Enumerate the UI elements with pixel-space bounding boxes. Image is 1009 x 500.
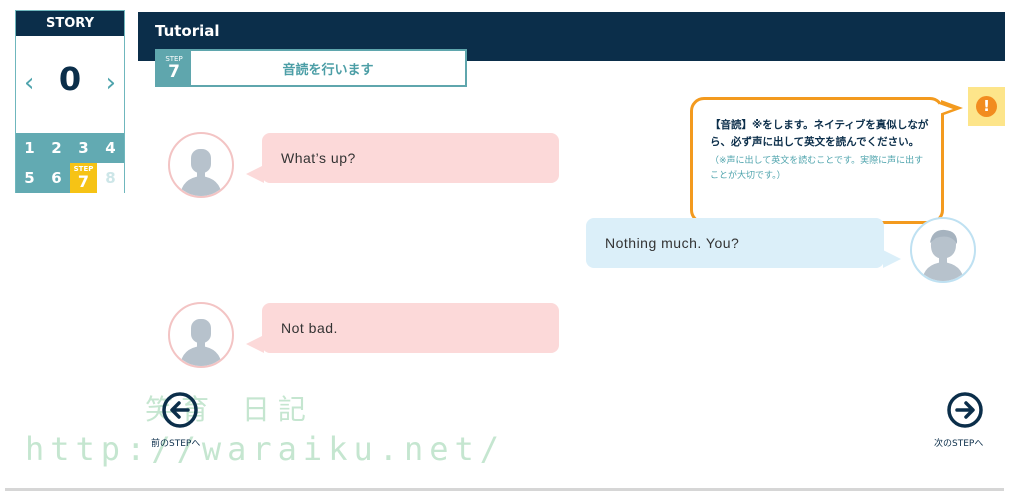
story-navigator: ‹ 0 › — [16, 36, 124, 133]
next-step-button[interactable] — [945, 390, 985, 430]
callout-tail-inner — [939, 104, 953, 114]
watermark-url: http://waraiku.net/ — [25, 430, 506, 468]
tip-button[interactable]: ! — [968, 87, 1005, 126]
avatar-speaker-a — [168, 132, 234, 198]
person-icon — [922, 229, 964, 281]
bottom-divider — [5, 488, 1004, 491]
step-4-button[interactable]: 4 — [97, 133, 124, 163]
tip-callout: 【音読】※をします。ネイティブを真似しながら、必ず声に出して英文を読んでください… — [690, 97, 944, 224]
step-description: 音読を行います — [282, 63, 374, 78]
step-8-button[interactable]: 8 — [97, 163, 124, 193]
person-icon — [180, 319, 222, 366]
step-banner: STEP 7 音読を行います — [155, 49, 467, 87]
avatar-speaker-b — [910, 217, 976, 283]
avatar-speaker-a — [168, 302, 234, 368]
tip-note-text: （※声に出して英文を読むことです。実際に声に出すことが大切です。） — [710, 156, 924, 181]
story-panel: STORY ‹ 0 › 1 2 3 4 5 6 STEP 7 8 — [15, 10, 125, 193]
dialogue-bubble-3[interactable]: Not bad. — [262, 303, 559, 353]
tip-main-text: 【音読】※をします。ネイティブを真似しながら、必ず声に出して英文を読んでください… — [710, 119, 929, 148]
step-badge-number: 7 — [168, 62, 180, 82]
person-icon — [180, 149, 222, 196]
story-title: STORY — [16, 11, 124, 36]
chevron-right-icon[interactable]: › — [106, 70, 116, 96]
step-1-button[interactable]: 1 — [16, 133, 43, 163]
step-grid: 1 2 3 4 5 6 STEP 7 8 — [16, 133, 124, 193]
step-6-button[interactable]: 6 — [43, 163, 70, 193]
step-2-button[interactable]: 2 — [43, 133, 70, 163]
next-step-label[interactable]: 次のSTEPへ — [934, 436, 983, 449]
prev-step-label[interactable]: 前のSTEPへ — [151, 436, 200, 449]
exclamation-icon: ! — [976, 96, 997, 117]
step-3-button[interactable]: 3 — [70, 133, 97, 163]
step-number: 7 — [77, 172, 90, 191]
dialogue-bubble-2[interactable]: Nothing much. You? — [586, 218, 884, 268]
arrow-left-circle-icon — [162, 392, 198, 428]
page-title: Tutorial — [155, 22, 220, 40]
step-5-button[interactable]: 5 — [16, 163, 43, 193]
arrow-right-circle-icon — [947, 392, 983, 428]
step-7-button[interactable]: STEP 7 — [70, 163, 97, 193]
prev-step-button[interactable] — [160, 390, 200, 430]
step-badge: STEP 7 — [157, 51, 191, 85]
dialogue-bubble-1[interactable]: What’s up? — [262, 133, 559, 183]
bubble-tail — [883, 250, 901, 268]
